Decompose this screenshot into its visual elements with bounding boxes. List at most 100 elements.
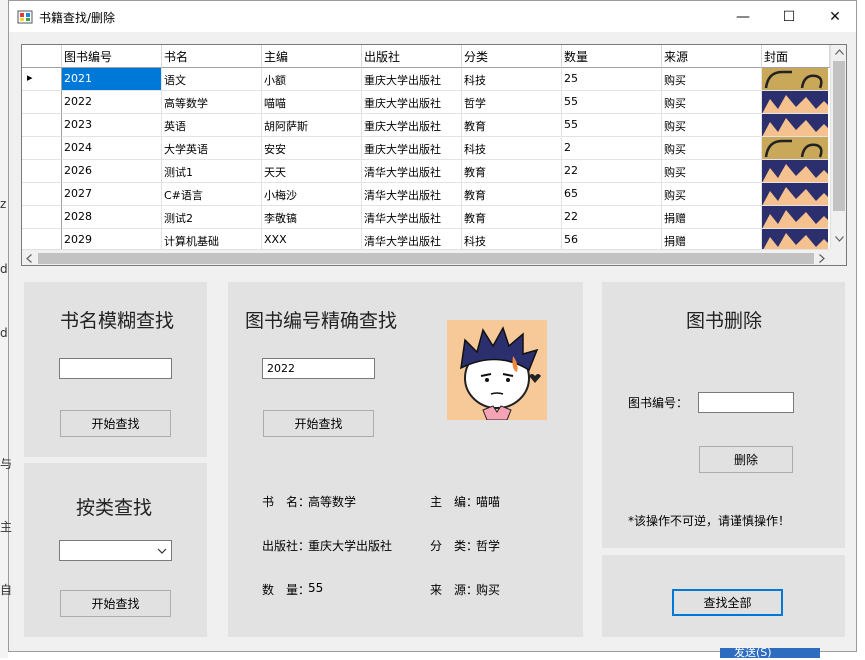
scroll-down-icon[interactable] — [835, 236, 844, 242]
table-row[interactable]: 2029 计算机基础 XXX 清华大学出版社 科技 56 捐赠 — [22, 229, 828, 249]
table-row[interactable]: ▸ 2021 语文 小额 重庆大学出版社 科技 25 购买 — [22, 68, 828, 91]
table-cell-publisher[interactable]: 清华大学出版社 — [362, 160, 462, 183]
horizontal-scrollbar[interactable] — [22, 249, 830, 265]
row-header[interactable] — [22, 229, 62, 249]
table-cell-qty[interactable]: 2 — [562, 137, 662, 160]
maximize-button[interactable]: ☐ — [766, 1, 812, 32]
table-row[interactable]: 2022 高等数学 喵喵 重庆大学出版社 哲学 55 购买 — [22, 91, 828, 114]
table-cell-id[interactable]: 2029 — [62, 229, 162, 249]
row-header[interactable]: ▸ — [22, 68, 62, 91]
delete-id-input[interactable] — [698, 392, 794, 413]
horizontal-scroll-thumb[interactable] — [38, 253, 814, 264]
table-cell-qty[interactable]: 22 — [562, 206, 662, 229]
table-cell-qty[interactable]: 55 — [562, 114, 662, 137]
table-cell-editor[interactable]: 安安 — [262, 137, 362, 160]
table-cell-publisher[interactable]: 清华大学出版社 — [362, 206, 462, 229]
table-cell-publisher[interactable]: 重庆大学出版社 — [362, 114, 462, 137]
table-cell-source[interactable]: 购买 — [662, 68, 762, 91]
table-cell-category[interactable]: 科技 — [462, 229, 562, 249]
row-header[interactable] — [22, 183, 62, 206]
table-cell-publisher[interactable]: 重庆大学出版社 — [362, 91, 462, 114]
table-cell-id[interactable]: 2028 — [62, 206, 162, 229]
table-cell-qty[interactable]: 22 — [562, 160, 662, 183]
close-button[interactable]: ✕ — [812, 1, 858, 32]
table-cell-id[interactable]: 2024 — [62, 137, 162, 160]
table-cell-editor[interactable]: 胡阿萨斯 — [262, 114, 362, 137]
column-header-id[interactable]: 图书编号 — [62, 45, 162, 68]
table-cell-editor[interactable]: 天天 — [262, 160, 362, 183]
column-header-category[interactable]: 分类 — [462, 45, 562, 68]
row-header[interactable] — [22, 160, 62, 183]
table-cell-editor[interactable]: 喵喵 — [262, 91, 362, 114]
table-cell-id[interactable]: 2023 — [62, 114, 162, 137]
table-cell-editor[interactable]: 小额 — [262, 68, 362, 91]
table-row[interactable]: 2028 测试2 李敬镐 清华大学出版社 教育 22 捐赠 — [22, 206, 828, 229]
table-cell-source[interactable]: 捐赠 — [662, 206, 762, 229]
table-cell-name[interactable]: 语文 — [162, 68, 262, 91]
table-cell-qty[interactable]: 55 — [562, 91, 662, 114]
category-search-button[interactable]: 开始查找 — [60, 590, 171, 617]
table-cell-category[interactable]: 哲学 — [462, 91, 562, 114]
table-cell-source[interactable]: 购买 — [662, 137, 762, 160]
table-cell-source[interactable]: 购买 — [662, 91, 762, 114]
row-header[interactable] — [22, 137, 62, 160]
row-header[interactable] — [22, 206, 62, 229]
column-header-editor[interactable]: 主编 — [262, 45, 362, 68]
table-cell-id[interactable]: 2022 — [62, 91, 162, 114]
table-cell-category[interactable]: 教育 — [462, 114, 562, 137]
table-cell-source[interactable]: 捐赠 — [662, 229, 762, 249]
table-cell-category[interactable]: 科技 — [462, 137, 562, 160]
column-header-publisher[interactable]: 出版社 — [362, 45, 462, 68]
table-cell-id[interactable]: 2026 — [62, 160, 162, 183]
table-cell-publisher[interactable]: 清华大学出版社 — [362, 229, 462, 249]
minimize-button[interactable]: — — [720, 1, 766, 32]
table-cell-category[interactable]: 教育 — [462, 206, 562, 229]
column-header-qty[interactable]: 数量 — [562, 45, 662, 68]
table-cell-id[interactable]: 2021 — [62, 68, 162, 91]
vertical-scroll-thumb[interactable] — [833, 61, 845, 211]
table-cell-category[interactable]: 科技 — [462, 68, 562, 91]
scroll-right-icon[interactable] — [819, 254, 825, 263]
table-cell-name[interactable]: 大学英语 — [162, 137, 262, 160]
table-cell-name[interactable]: 测试2 — [162, 206, 262, 229]
column-header-cover[interactable]: 封面 — [762, 45, 830, 68]
row-header[interactable] — [22, 114, 62, 137]
delete-button[interactable]: 删除 — [699, 446, 793, 473]
table-cell-editor[interactable]: 小梅沙 — [262, 183, 362, 206]
books-datagrid[interactable]: 图书编号 书名 主编 出版社 分类 数量 来源 封面 ▸ 2021 语文 小额 重庆大学… — [21, 44, 847, 266]
table-cell-name[interactable]: 计算机基础 — [162, 229, 262, 249]
table-row[interactable]: 2024 大学英语 安安 重庆大学出版社 科技 2 购买 — [22, 137, 828, 160]
table-row[interactable]: 2026 测试1 天天 清华大学出版社 教育 22 购买 — [22, 160, 828, 183]
vertical-scrollbar[interactable] — [830, 45, 846, 249]
category-select[interactable] — [59, 540, 172, 561]
scroll-up-icon[interactable] — [835, 49, 844, 55]
table-cell-source[interactable]: 购买 — [662, 160, 762, 183]
table-cell-source[interactable]: 购买 — [662, 183, 762, 206]
table-cell-publisher[interactable]: 重庆大学出版社 — [362, 137, 462, 160]
table-cell-name[interactable]: 英语 — [162, 114, 262, 137]
table-cell-id[interactable]: 2027 — [62, 183, 162, 206]
table-row[interactable]: 2027 C#语言 小梅沙 清华大学出版社 教育 65 购买 — [22, 183, 828, 206]
row-header[interactable] — [22, 91, 62, 114]
table-cell-name[interactable]: 高等数学 — [162, 91, 262, 114]
table-row[interactable]: 2023 英语 胡阿萨斯 重庆大学出版社 教育 55 购买 — [22, 114, 828, 137]
table-cell-name[interactable]: 测试1 — [162, 160, 262, 183]
table-cell-name[interactable]: C#语言 — [162, 183, 262, 206]
find-all-button[interactable]: 查找全部 — [672, 589, 783, 616]
table-cell-publisher[interactable]: 清华大学出版社 — [362, 183, 462, 206]
table-cell-qty[interactable]: 25 — [562, 68, 662, 91]
table-cell-source[interactable]: 购买 — [662, 114, 762, 137]
column-header-source[interactable]: 来源 — [662, 45, 762, 68]
table-cell-category[interactable]: 教育 — [462, 160, 562, 183]
table-cell-category[interactable]: 教育 — [462, 183, 562, 206]
exact-search-input[interactable]: 2022 — [262, 358, 375, 379]
column-header-name[interactable]: 书名 — [162, 45, 262, 68]
table-cell-publisher[interactable]: 重庆大学出版社 — [362, 68, 462, 91]
fuzzy-search-input[interactable] — [59, 358, 172, 379]
scroll-left-icon[interactable] — [26, 254, 32, 263]
fuzzy-search-button[interactable]: 开始查找 — [60, 410, 171, 437]
table-cell-editor[interactable]: 李敬镐 — [262, 206, 362, 229]
exact-search-button[interactable]: 开始查找 — [263, 410, 374, 437]
table-cell-qty[interactable]: 56 — [562, 229, 662, 249]
table-cell-editor[interactable]: XXX — [262, 229, 362, 249]
